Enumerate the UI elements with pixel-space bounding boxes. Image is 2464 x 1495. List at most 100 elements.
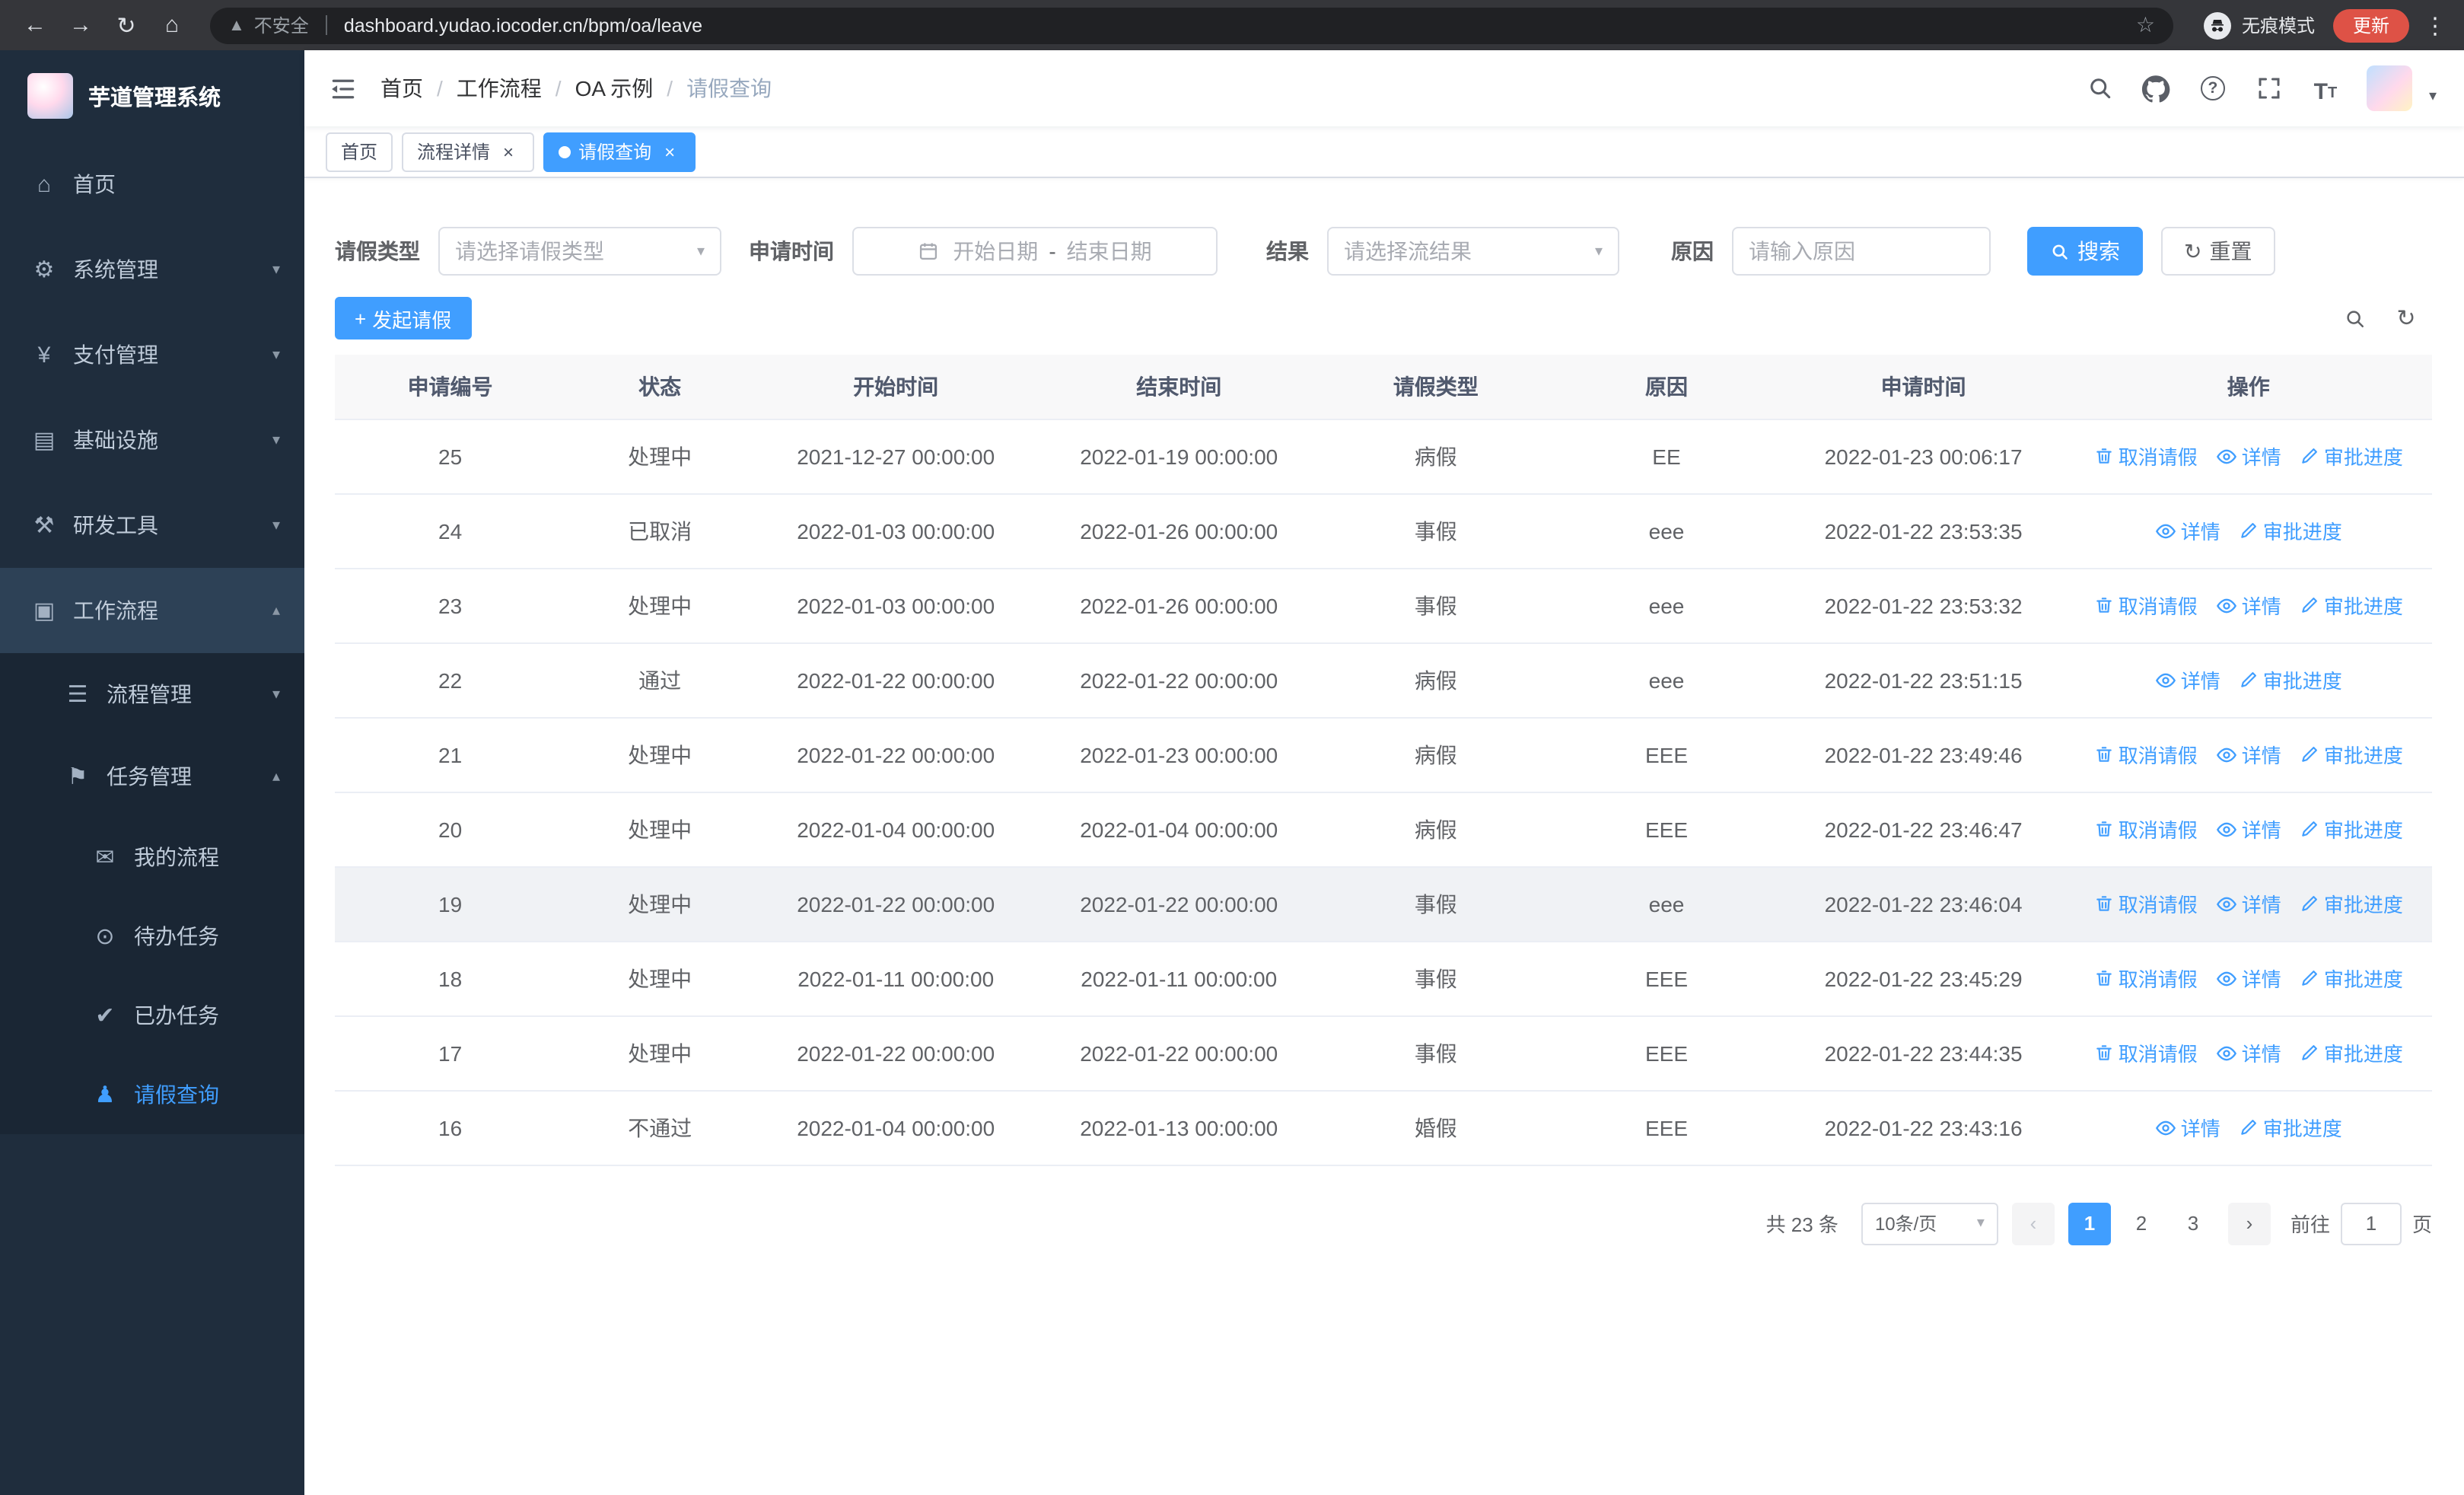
github-icon[interactable] xyxy=(2141,73,2172,104)
approval-progress-link[interactable]: 审批进度 xyxy=(2300,441,2403,470)
sidebar-item-process-management[interactable]: ☰ 流程管理 ▾ xyxy=(0,653,304,735)
browser-refresh-icon[interactable]: ↻ xyxy=(107,5,146,45)
sidebar-item-my-process[interactable]: ✉ 我的流程 xyxy=(0,818,304,897)
search-button[interactable]: 搜索 xyxy=(2027,227,2143,276)
sidebar-item-task-management[interactable]: ⚑ 任务管理 ▴ xyxy=(0,735,304,818)
op-label: 取消请假 xyxy=(2118,819,2198,842)
close-icon[interactable]: × xyxy=(498,141,519,162)
cell-type: 事假 xyxy=(1320,493,1552,569)
approval-progress-link[interactable]: 审批进度 xyxy=(2300,964,2403,993)
approval-progress-link[interactable]: 审批进度 xyxy=(2239,516,2342,545)
reset-button[interactable]: ↻ 重置 xyxy=(2161,227,2275,276)
fullscreen-icon[interactable] xyxy=(2254,73,2284,104)
cancel-leave-link[interactable]: 取消请假 xyxy=(2094,441,2198,470)
reason-input[interactable] xyxy=(1733,228,1989,274)
page-size-select[interactable]: 10条/页 ▾ xyxy=(1861,1202,1998,1245)
tab[interactable]: 流程详情 × xyxy=(402,132,535,171)
page-number-button[interactable]: 2 xyxy=(2120,1202,2163,1245)
cell-id: 18 xyxy=(335,941,566,1016)
sidebar-item-dev-tools[interactable]: ⚒ 研发工具 ▾ xyxy=(0,483,304,568)
breadcrumb-item[interactable]: 首页 xyxy=(380,73,423,104)
search-toggle-icon[interactable] xyxy=(2341,304,2368,332)
breadcrumb-item[interactable]: 工作流程 xyxy=(457,73,542,104)
address-bar[interactable]: ▲ 不安全 dashboard.yudao.iocoder.cn/bpm/oa/… xyxy=(210,7,2173,43)
browser-home-icon[interactable]: ⌂ xyxy=(152,5,192,45)
cancel-icon xyxy=(2094,595,2114,615)
table-header: 申请编号 状态 开始时间 结束时间 请假类型 原因 申请时间 操作 xyxy=(335,355,2432,419)
cancel-leave-link[interactable]: 取消请假 xyxy=(2094,889,2198,918)
detail-link[interactable]: 详情 xyxy=(2216,964,2281,993)
approval-progress-link[interactable]: 审批进度 xyxy=(2239,1113,2342,1142)
op-label: 审批进度 xyxy=(2262,521,2342,543)
sidebar-item-infrastructure[interactable]: ▤ 基础设施 ▾ xyxy=(0,397,304,483)
approval-progress-link[interactable]: 审批进度 xyxy=(2300,1038,2403,1067)
sidebar-item-workflow[interactable]: ▣ 工作流程 ▴ xyxy=(0,568,304,653)
page-number-button[interactable]: 3 xyxy=(2172,1202,2214,1245)
cell-type: 事假 xyxy=(1320,866,1552,942)
search-icon[interactable] xyxy=(2085,73,2115,104)
sidebar-item-system-management[interactable]: ⚙ 系统管理 ▾ xyxy=(0,227,304,312)
cell-start: 2021-12-27 00:00:00 xyxy=(754,419,1038,494)
bookmark-star-icon[interactable]: ☆ xyxy=(2136,12,2155,38)
help-icon[interactable]: ? xyxy=(2198,73,2228,104)
chrome-update-button[interactable]: 更新 xyxy=(2332,8,2409,42)
close-icon[interactable]: × xyxy=(659,141,680,162)
cell-end: 2022-01-22 00:00:00 xyxy=(1037,1015,1321,1091)
detail-link[interactable]: 详情 xyxy=(2216,889,2281,918)
detail-link[interactable]: 详情 xyxy=(2216,814,2281,843)
sidebar-toggle-icon[interactable] xyxy=(326,72,359,105)
detail-link[interactable]: 详情 xyxy=(2216,1038,2281,1067)
sidebar-item-leave-query[interactable]: ♟ 请假查询 xyxy=(0,1055,304,1134)
cancel-leave-link[interactable]: 取消请假 xyxy=(2094,740,2198,769)
browser-back-icon[interactable]: ← xyxy=(15,5,55,45)
approval-progress-link[interactable]: 审批进度 xyxy=(2300,591,2403,620)
detail-link[interactable]: 详情 xyxy=(2216,591,2281,620)
column-header: 状态 xyxy=(565,355,755,419)
sidebar-item-label: 流程管理 xyxy=(107,682,192,706)
tab[interactable]: 请假查询 × xyxy=(543,132,696,171)
chevron-down-icon[interactable]: ▾ xyxy=(2429,88,2437,111)
my-process-icon: ✉ xyxy=(95,845,115,871)
prev-page-button[interactable]: ‹ xyxy=(2011,1202,2055,1245)
refresh-table-icon[interactable]: ↻ xyxy=(2392,304,2420,332)
approval-progress-link[interactable]: 审批进度 xyxy=(2300,814,2403,843)
create-leave-button[interactable]: + 发起请假 xyxy=(335,297,472,339)
app-logo[interactable]: 芋道管理系统 xyxy=(0,50,304,142)
detail-link[interactable]: 详情 xyxy=(2155,516,2220,545)
sidebar-item-payment-management[interactable]: ¥ 支付管理 ▾ xyxy=(0,312,304,397)
breadcrumb-item[interactable]: OA 示例 xyxy=(575,73,654,104)
cancel-leave-link[interactable]: 取消请假 xyxy=(2094,591,2198,620)
page-content: 请假类型 请选择请假类型 ▾ 申请时间 开始日期 - 结束日期 结果 请选择流结… xyxy=(304,178,2464,1495)
op-label: 取消请假 xyxy=(2118,1043,2198,1066)
column-header: 请假类型 xyxy=(1320,355,1552,419)
next-page-button[interactable]: › xyxy=(2227,1202,2271,1245)
approval-progress-link[interactable]: 审批进度 xyxy=(2300,889,2403,918)
operations: 详情 审批进度 xyxy=(2074,1113,2423,1142)
avatar[interactable] xyxy=(2366,65,2412,111)
sidebar-item-home[interactable]: ⌂ 首页 xyxy=(0,142,304,227)
app-title: 芋道管理系统 xyxy=(88,86,221,110)
detail-link[interactable]: 详情 xyxy=(2155,665,2220,694)
result-select[interactable]: 请选择流结果 ▾ xyxy=(1327,227,1619,276)
leave-type-select[interactable]: 请选择请假类型 ▾ xyxy=(438,227,721,276)
cell-applied: 2022-01-22 23:49:46 xyxy=(1781,717,2065,792)
url-text[interactable]: dashboard.yudao.iocoder.cn/bpm/oa/leave xyxy=(344,14,702,36)
detail-link[interactable]: 详情 xyxy=(2216,740,2281,769)
goto-page-input[interactable] xyxy=(2340,1202,2402,1245)
sidebar-item-done-tasks[interactable]: ✔ 已办任务 xyxy=(0,976,304,1055)
approval-progress-link[interactable]: 审批进度 xyxy=(2300,740,2403,769)
cancel-leave-link[interactable]: 取消请假 xyxy=(2094,1038,2198,1067)
date-range-input[interactable]: 开始日期 - 结束日期 xyxy=(852,227,1218,276)
detail-link[interactable]: 详情 xyxy=(2216,441,2281,470)
cancel-leave-link[interactable]: 取消请假 xyxy=(2094,964,2198,993)
page-number-button[interactable]: 1 xyxy=(2068,1202,2111,1245)
approval-progress-link[interactable]: 审批进度 xyxy=(2239,665,2342,694)
detail-link[interactable]: 详情 xyxy=(2155,1113,2220,1142)
tab[interactable]: 首页 xyxy=(326,132,393,171)
sidebar-item-todo-tasks[interactable]: ⊙ 待办任务 xyxy=(0,897,304,976)
security-label[interactable]: 不安全 xyxy=(254,12,309,38)
font-size-icon[interactable]: TT xyxy=(2310,73,2341,104)
browser-forward-icon[interactable]: → xyxy=(61,5,100,45)
cancel-leave-link[interactable]: 取消请假 xyxy=(2094,814,2198,843)
browser-menu-icon[interactable]: ⋮ xyxy=(2421,11,2449,39)
